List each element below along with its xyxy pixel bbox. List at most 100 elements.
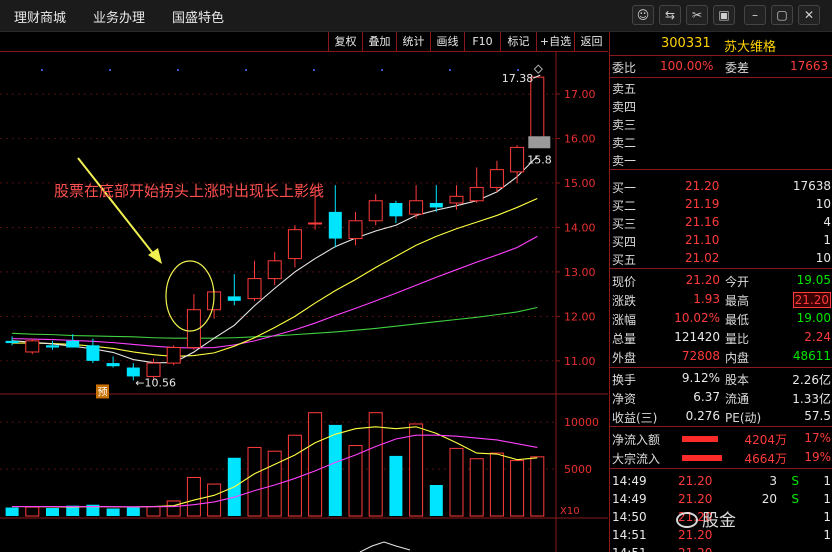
kline-chart[interactable]: 17.00 16.00 15.00 14.00 13.00 12.00 11.00 10000…: [0, 52, 608, 552]
stat-row: 总量 121420 量比 2.24: [610, 329, 832, 347]
buy-volume: 10: [815, 197, 831, 211]
weibi-label: 委比: [612, 61, 637, 75]
watermark: 股金: [676, 506, 736, 531]
candle-body: [25, 340, 40, 353]
draw-line-button[interactable]: 画线: [430, 32, 464, 51]
maximize-icon[interactable]: ▢: [771, 5, 793, 25]
add-watchlist-button[interactable]: +自选: [536, 32, 574, 51]
candle-body: [106, 363, 120, 367]
volume-bar: [207, 483, 222, 517]
stat-label: 换手: [612, 373, 637, 387]
flow-label: 大宗流入: [612, 452, 661, 466]
chart-annotation: 股票在底部开始拐头上涨时出现长上影线: [54, 182, 325, 200]
mark-button[interactable]: 标记: [500, 32, 536, 51]
stat-label: 涨跌: [612, 294, 637, 308]
quote-panel: 300331 苏大维格 委比 100.00% 委差 17663 卖五 卖四 卖三 卖二…: [609, 32, 832, 552]
shirt-icon[interactable]: ▣: [713, 5, 735, 25]
weicha-value: 17663: [790, 59, 829, 73]
f10-button[interactable]: F10: [464, 32, 500, 51]
candle-body: [348, 220, 363, 240]
price-tick-label: 13.00: [564, 266, 596, 279]
candle-body: [368, 200, 383, 222]
stat-row: 涨跌 1.93 最高 21.20: [610, 291, 832, 309]
stat-value: 10.02%: [674, 311, 720, 325]
stat-row: 外盘 72808 内盘 48611: [610, 348, 832, 366]
sell-row: 卖五: [610, 79, 832, 97]
flow-row: 净流入额 4204万 17%: [610, 430, 832, 448]
volume-bar: [429, 485, 443, 516]
stat-value: 1.93: [693, 292, 720, 306]
restore-rights-button[interactable]: 复权: [328, 32, 362, 51]
candle-body: [409, 200, 424, 215]
volume-bar: [106, 508, 120, 516]
low-price-label: ←10.56: [135, 376, 176, 389]
price-tick-label: 11.00: [564, 355, 596, 368]
tick-price: 21.20: [678, 546, 712, 552]
volume-bar: [186, 476, 201, 517]
event-dot: [109, 69, 111, 71]
menu-item-guosheng[interactable]: 国盛特色: [172, 7, 224, 26]
stat-label: 股本: [725, 373, 750, 387]
flow-percent: 19%: [804, 450, 831, 464]
chart-toolbar: 复权 叠加 统计 画线 F10 标记 +自选 返回: [0, 32, 608, 52]
menu-item-finance-mall[interactable]: 理财商城: [14, 7, 66, 26]
buy-volume: 1: [823, 233, 831, 247]
close-price-label: 15.8: [527, 153, 552, 166]
volume-tick-label: 5000: [564, 463, 592, 476]
stat-value: 19.05: [796, 273, 831, 287]
volume-bar: [328, 424, 342, 516]
close-icon[interactable]: ✕: [798, 5, 820, 25]
sell-row: 卖三: [610, 115, 832, 133]
candle-body: [469, 186, 484, 202]
candle-body: [308, 222, 323, 225]
sell-label: 卖一: [612, 154, 637, 168]
volume-bar: [368, 412, 383, 517]
candle-body: [5, 340, 19, 344]
back-button[interactable]: 返回: [574, 32, 608, 51]
tick-side: S: [791, 492, 799, 506]
event-dot: [41, 69, 43, 71]
price-tick-label: 16.00: [564, 133, 596, 146]
stat-value: 57.5: [804, 409, 831, 423]
weibi-row: 委比 100.00% 委差 17663: [610, 58, 832, 76]
minimize-icon[interactable]: –: [744, 5, 766, 25]
sell-row: 卖二: [610, 133, 832, 151]
sell-label: 卖三: [612, 118, 637, 132]
stock-title: 300331 苏大维格: [610, 32, 832, 56]
stat-label: 总量: [612, 332, 637, 346]
candle-body: [146, 362, 161, 377]
flow-percent: 17%: [804, 431, 831, 445]
buy-volume: 4: [823, 215, 831, 229]
volume-bar: [469, 458, 484, 517]
stock-name: 苏大维格: [724, 40, 777, 55]
stat-label: 收益(三): [612, 411, 658, 425]
tick-row[interactable]: 14:49 21.20 3 S 1: [610, 473, 832, 491]
candle-body: [328, 211, 342, 239]
volume-bar: [510, 460, 525, 517]
ma60-line: [12, 306, 538, 339]
overlay-button[interactable]: 叠加: [362, 32, 396, 51]
sell-label: 卖五: [612, 82, 637, 96]
tick-time: 14:51: [612, 528, 647, 542]
wechat-icon: [676, 512, 698, 528]
chat-icon[interactable]: ☺: [632, 5, 654, 25]
stat-label: 最低: [725, 313, 750, 327]
price-tick-label: 14.00: [564, 221, 596, 234]
tick-time: 14:50: [612, 510, 647, 524]
swap-icon[interactable]: ⇆: [659, 5, 681, 25]
menu-item-business[interactable]: 业务办理: [93, 7, 145, 26]
buy-price: 21.20: [685, 179, 720, 193]
stat-value: 21.20: [792, 292, 831, 308]
candle-body: [166, 347, 181, 364]
tool-icon[interactable]: ✂: [686, 5, 708, 25]
volume-bar: [25, 506, 40, 517]
candle-body: [510, 146, 525, 173]
volume-unit-label: X10: [560, 506, 580, 517]
tick-row[interactable]: 14:51 21.20: [610, 545, 832, 552]
statistics-button[interactable]: 统计: [396, 32, 430, 51]
stat-value: 2.24: [804, 330, 831, 344]
stat2-row: 换手 9.12% 股本 2.26亿: [610, 370, 832, 388]
candle-body: [449, 195, 464, 204]
stat-value: 72808: [681, 349, 720, 363]
sell-label: 卖二: [612, 136, 637, 150]
